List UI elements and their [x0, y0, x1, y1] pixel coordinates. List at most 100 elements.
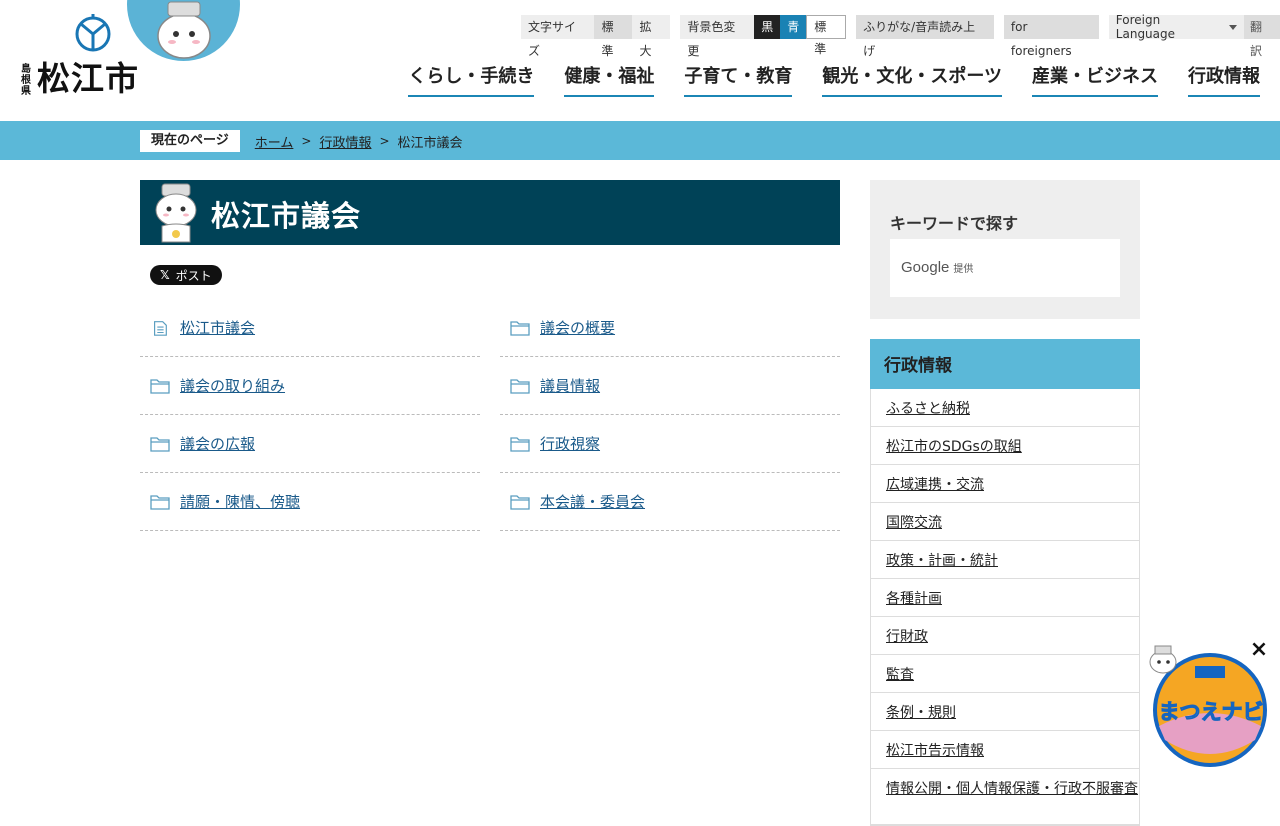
sidebar-item: 松江市告示情報: [871, 731, 1139, 769]
sidebar-item: 監査: [871, 655, 1139, 693]
keyword-search: キーワードで探す Google 提供: [870, 180, 1140, 319]
folder-icon: [510, 378, 530, 394]
breadcrumb-parent[interactable]: 行政情報: [319, 132, 371, 151]
folder-icon: [510, 320, 530, 336]
bg-color-label: 背景色変更: [680, 15, 755, 58]
sidebar: キーワードで探す Google 提供 行政情報 ふるさと納税 松江市のSDGsの取…: [870, 180, 1140, 826]
sidebar-link-disclosure[interactable]: 情報公開・個人情報保護・行政不服審査: [886, 779, 1138, 799]
sidebar-link-policy[interactable]: 政策・計画・統計: [886, 550, 998, 570]
link-overview[interactable]: 議会の概要: [540, 317, 615, 338]
list-item: 本会議・委員会: [500, 473, 840, 531]
mascot-icon: [155, 183, 197, 243]
breadcrumb-home[interactable]: ホーム: [255, 132, 294, 151]
google-logo: Google 提供: [901, 259, 974, 276]
link-publicity[interactable]: 議会の広報: [180, 433, 255, 454]
admin-menu: 行政情報 ふるさと納税 松江市のSDGsの取組 広域連携・交流 国際交流 政策・…: [870, 339, 1140, 826]
sidebar-item: 広域連携・交流: [871, 465, 1139, 503]
breadcrumb-current: 松江市議会: [397, 135, 463, 151]
global-nav: くらし・手続き 健康・福祉 子育て・教育 観光・文化・スポーツ 産業・ビジネス …: [378, 64, 1260, 97]
matsue-navi-label: まつえナビ: [1158, 700, 1264, 725]
nav-item-business[interactable]: 産業・ビジネス: [1032, 64, 1158, 97]
chevron-right-icon: >: [379, 134, 390, 148]
nav-item-tourism[interactable]: 観光・文化・スポーツ: [822, 64, 1002, 97]
foreigners-button[interactable]: for foreigners: [1003, 15, 1099, 58]
logo-city-name: 松江市: [37, 59, 139, 98]
sidebar-link-international[interactable]: 国際交流: [886, 512, 942, 532]
font-size-label: 文字サイズ: [521, 15, 595, 58]
sidebar-item: 国際交流: [871, 503, 1139, 541]
link-gikai[interactable]: 松江市議会: [180, 317, 255, 338]
folder-icon: [150, 436, 170, 452]
list-item: 請願・陳情、傍聴: [140, 473, 480, 531]
bg-black-button[interactable]: 黒: [754, 15, 781, 39]
list-item: 松江市議会: [140, 299, 480, 357]
search-input[interactable]: Google 提供: [890, 239, 1120, 297]
caret-down-icon: [1229, 24, 1238, 30]
sidebar-link-notices[interactable]: 松江市告示情報: [886, 740, 984, 760]
foreign-language-select[interactable]: Foreign Language: [1108, 13, 1245, 41]
breadcrumb-bar: 現在のページ ホーム > 行政情報 > 松江市議会: [0, 121, 1280, 160]
nav-item-admin[interactable]: 行政情報: [1188, 64, 1260, 97]
translate-button[interactable]: 翻訳: [1244, 15, 1280, 58]
sidebar-item: 松江市のSDGsの取組: [871, 427, 1139, 465]
utility-bar: 文字サイズ 標準 拡大 背景色変更 黒 青 標準 ふりがな/音声読み上げ for…: [521, 13, 1280, 58]
list-item: 行政視察: [500, 415, 840, 473]
folder-icon: [150, 378, 170, 394]
chevron-right-icon: >: [301, 134, 312, 148]
furigana-button[interactable]: ふりがな/音声読み上げ: [856, 15, 994, 58]
sidebar-item: 行財政: [871, 617, 1139, 655]
sidebar-link-finance[interactable]: 行財政: [886, 626, 928, 646]
nav-item-childcare[interactable]: 子育て・教育: [684, 64, 793, 97]
admin-menu-title: 行政情報: [870, 339, 1140, 389]
sidebar-link-plans[interactable]: 各種計画: [886, 588, 942, 608]
page-title-bar: 松江市議会: [140, 180, 840, 245]
link-list: 松江市議会 議会の概要 議会の取り組み 議員情報 議会の広報 行政視察 請願・陳…: [140, 299, 840, 531]
sidebar-item: 政策・計画・統計: [871, 541, 1139, 579]
logo-prefecture: 島根県: [21, 64, 31, 97]
folder-icon: [510, 436, 530, 452]
sidebar-link-sdgs[interactable]: 松江市のSDGsの取組: [886, 436, 1022, 456]
link-inspection[interactable]: 行政視察: [540, 433, 600, 454]
link-petitions[interactable]: 請願・陳情、傍聴: [180, 491, 300, 512]
keyword-search-title: キーワードで探す: [890, 214, 1019, 233]
link-members[interactable]: 議員情報: [540, 375, 600, 396]
breadcrumb: 現在のページ ホーム > 行政情報 > 松江市議会: [140, 130, 463, 152]
list-item: 議会の広報: [140, 415, 480, 473]
font-standard-button[interactable]: 標準: [594, 15, 633, 58]
main-content: 松江市議会 𝕏 ポスト 松江市議会 議会の概要 議会の取り組み 議員情報 議会の…: [140, 180, 840, 531]
mascot-small-icon: [1149, 645, 1177, 674]
font-size-group: 文字サイズ 標準 拡大: [521, 15, 671, 58]
sidebar-item: 条例・規則: [871, 693, 1139, 731]
bg-blue-button[interactable]: 青: [780, 15, 807, 39]
x-post-label: ポスト: [175, 268, 212, 283]
city-emblem-icon: [75, 14, 111, 52]
foreign-language-label: Foreign Language: [1115, 13, 1176, 41]
sidebar-link-ordinances[interactable]: 条例・規則: [886, 702, 956, 722]
nav-item-health[interactable]: 健康・福祉: [564, 64, 655, 97]
document-icon: [154, 320, 167, 336]
x-logo-icon: 𝕏: [160, 268, 170, 282]
sidebar-item: 情報公開・個人情報保護・行政不服審査: [871, 769, 1139, 825]
font-large-button[interactable]: 拡大: [632, 15, 671, 58]
breadcrumb-current-label: 現在のページ: [140, 130, 240, 152]
list-item: 議会の概要: [500, 299, 840, 357]
sidebar-link-furusato[interactable]: ふるさと納税: [886, 398, 970, 418]
page-title: 松江市議会: [211, 199, 362, 233]
sidebar-link-audit[interactable]: 監査: [886, 664, 914, 684]
site-logo[interactable]: 島根県 松江市: [20, 14, 150, 104]
bg-standard-button[interactable]: 標準: [806, 15, 847, 56]
link-initiatives[interactable]: 議会の取り組み: [180, 375, 285, 396]
folder-icon: [150, 494, 170, 510]
list-item: 議員情報: [500, 357, 840, 415]
nav-item-living[interactable]: くらし・手続き: [408, 64, 535, 97]
bg-color-group: 背景色変更 黒 青 標準: [680, 15, 847, 58]
folder-icon: [510, 494, 530, 510]
sidebar-item: ふるさと納税: [871, 389, 1139, 427]
sidebar-link-regional[interactable]: 広域連携・交流: [886, 474, 984, 494]
close-icon[interactable]: ×: [1249, 639, 1269, 661]
x-post-button[interactable]: 𝕏 ポスト: [150, 265, 222, 285]
link-sessions[interactable]: 本会議・委員会: [540, 491, 645, 512]
matsue-navi-widget[interactable]: まつえナビ ×: [1145, 639, 1275, 770]
sidebar-item: 各種計画: [871, 579, 1139, 617]
list-item: 議会の取り組み: [140, 357, 480, 415]
